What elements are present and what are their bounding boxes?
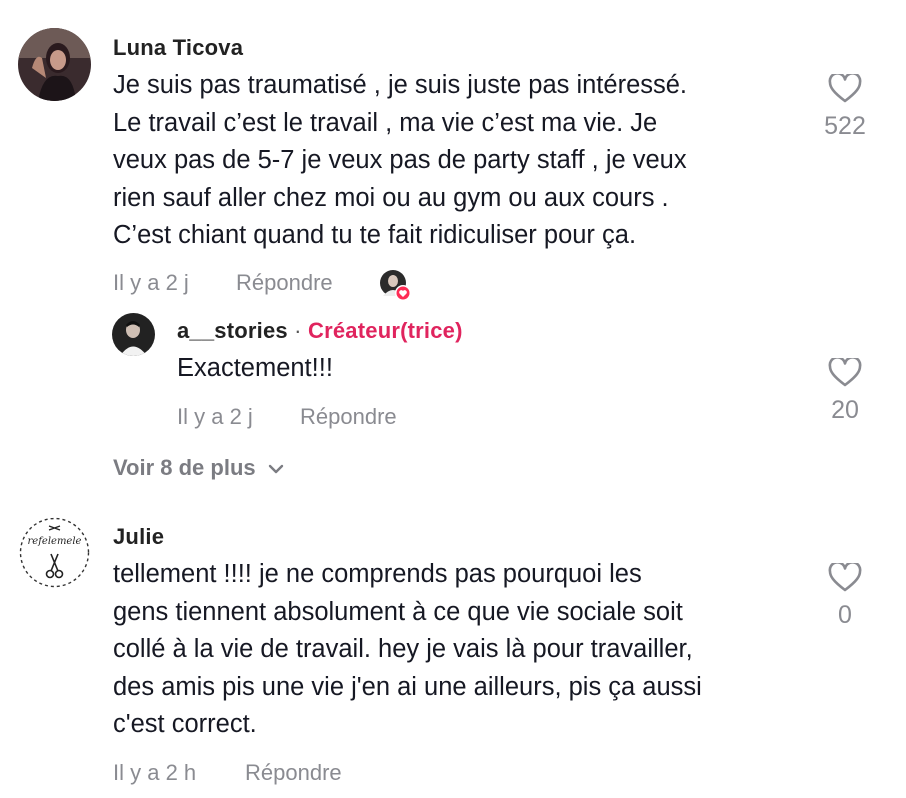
like-count: 522 [824, 112, 866, 140]
heart-icon [828, 358, 862, 387]
comment-line: Le travail c’est le travail , ma vie c’e… [113, 108, 658, 137]
reply-button[interactable]: Répondre [236, 270, 333, 296]
reply-button[interactable]: Répondre [300, 404, 397, 430]
comment-line: des amis pis une vie j'en ai une ailleur… [113, 672, 702, 701]
comment-timestamp: Il y a 2 h [113, 760, 197, 785]
reply-button[interactable]: Répondre [245, 760, 342, 786]
like-button[interactable]: 522 [805, 74, 885, 141]
comment-line: tellement !!!! je ne comprends pas pourq… [113, 560, 642, 588]
like-button[interactable]: 0 [805, 563, 885, 630]
chevron-down-icon [268, 464, 283, 474]
heart-icon [828, 563, 862, 592]
comment-username[interactable]: Julie [113, 524, 164, 550]
reply-timestamp: Il y a 2 j [177, 404, 253, 429]
comment-text: tellement !!!! je ne comprends pas pourq… [113, 556, 702, 744]
comment-line: rien sauf aller chez moi ou au gym ou au… [113, 183, 669, 212]
avatar[interactable]: refelemele [18, 516, 91, 589]
comment-line: collé à la vie de travail. hey je vais l… [113, 635, 693, 663]
like-count: 20 [831, 396, 859, 424]
comment-text: Je suis pas traumatisé , je suis juste p… [113, 67, 687, 255]
reply-username-row: a__stories · Créateur(trice) [177, 318, 463, 344]
reply-username[interactable]: a__stories [177, 318, 288, 343]
comment-timestamp: Il y a 2 j [113, 270, 189, 295]
liked-by-creator-badge [380, 270, 411, 301]
reply-text: Exactement!!! [177, 354, 333, 382]
separator: · [294, 318, 302, 343]
comment-line: Je suis pas traumatisé , je suis juste p… [113, 71, 688, 99]
comment-line: veux pas de 5-7 je veux pas de party sta… [113, 146, 687, 174]
avatar-logo-text: refelemele [28, 536, 82, 547]
view-more-label: Voir 8 de plus [113, 455, 256, 480]
heart-icon [828, 74, 862, 103]
creator-badge: Créateur(trice) [308, 318, 463, 343]
comment-username[interactable]: Luna Ticova [113, 35, 243, 61]
comment-line: gens tiennent absolument à ce que vie so… [113, 597, 683, 626]
avatar[interactable] [18, 28, 91, 101]
view-more-replies-button[interactable]: Voir 8 de plus [113, 455, 284, 481]
comment-line: C’est chiant quand tu te fait ridiculise… [113, 221, 637, 249]
avatar[interactable] [112, 313, 155, 356]
like-count: 0 [838, 601, 852, 629]
comment-line: c'est correct. [113, 710, 257, 738]
like-button[interactable]: 20 [805, 358, 885, 425]
